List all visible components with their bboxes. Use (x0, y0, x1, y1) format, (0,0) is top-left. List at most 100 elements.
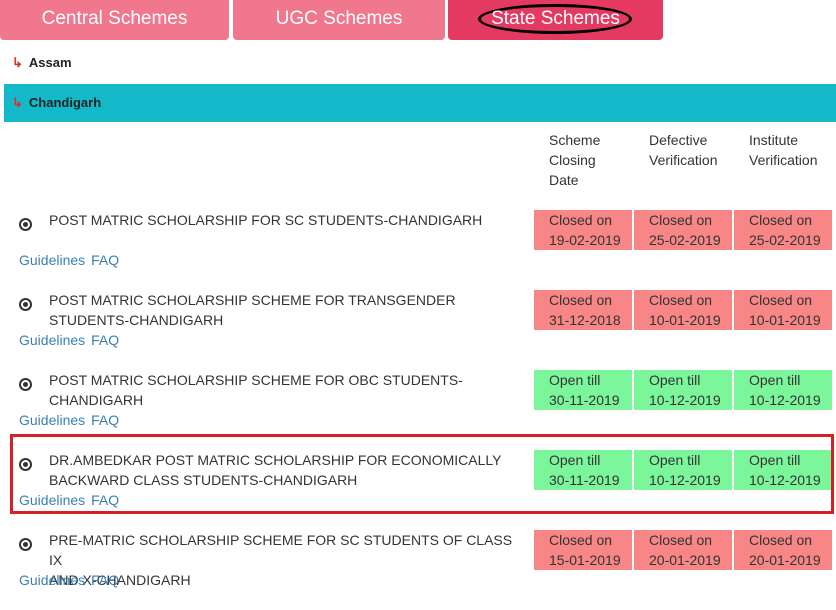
title-line: POST MATRIC SCHOLARSHIP SCHEME FOR OBC S… (49, 372, 463, 388)
status-cell: Closed on 25-02-2019 (634, 210, 732, 250)
guidelines-link[interactable]: Guidelines (19, 492, 85, 508)
expand-arrow-icon: ↳ (12, 55, 23, 70)
status-text: Closed on (749, 212, 813, 228)
state-name: Chandigarh (28, 95, 102, 110)
status-text: Open till (649, 372, 701, 388)
scheme-links: Guidelines FAQ (19, 570, 125, 590)
tab-label: Central Schemes (41, 8, 188, 29)
tab-label: UGC Schemes (275, 8, 403, 29)
tab-central-schemes[interactable]: Central Schemes (0, 0, 229, 40)
status-text: Open till (749, 452, 801, 468)
faq-link[interactable]: FAQ (91, 412, 119, 428)
title-line: PRE-MATRIC SCHOLARSHIP SCHEME FOR SC STU… (49, 532, 513, 568)
status-text: Closed on (749, 532, 813, 548)
status-cell: Closed on 19-02-2019 (534, 210, 632, 250)
status-date: 10-01-2019 (649, 312, 721, 328)
state-row-chandigarh[interactable]: ↳ Chandigarh (4, 84, 836, 122)
status-date: 30-11-2019 (549, 472, 620, 488)
scheme-row: POST MATRIC SCHOLARSHIP FOR SC STUDENTS-… (0, 210, 836, 290)
scheme-row: POST MATRIC SCHOLARSHIP SCHEME FOR TRANS… (0, 290, 836, 370)
header-line: Verification (749, 152, 818, 168)
status-date: 19-02-2019 (549, 232, 621, 248)
scheme-title: POST MATRIC SCHOLARSHIP FOR SC STUDENTS-… (49, 210, 524, 230)
radio-icon[interactable] (19, 458, 32, 471)
radio-icon[interactable] (19, 218, 32, 231)
status-text: Closed on (649, 532, 713, 548)
title-line: BACKWARD CLASS STUDENTS-CHANDIGARH (49, 472, 358, 488)
status-text: Closed on (649, 212, 713, 228)
status-cell: Closed on 10-01-2019 (734, 290, 832, 330)
status-cell: Open till 30-11-2019 (534, 450, 632, 490)
status-date: 10-12-2019 (649, 472, 721, 488)
faq-link[interactable]: FAQ (91, 332, 119, 348)
status-cell: Closed on 20-01-2019 (634, 530, 732, 570)
status-text: Open till (549, 452, 601, 468)
tab-label: State Schemes (491, 8, 620, 29)
title-line: STUDENTS-CHANDIGARH (49, 312, 224, 328)
status-cell: Closed on 20-01-2019 (734, 530, 832, 570)
status-text: Open till (549, 372, 601, 388)
status-date: 31-12-2018 (549, 312, 621, 328)
status-cell: Closed on 31-12-2018 (534, 290, 632, 330)
status-cell: Open till 10-12-2019 (734, 370, 832, 410)
status-text: Open till (749, 372, 801, 388)
status-text: Closed on (549, 212, 613, 228)
scheme-row: PRE-MATRIC SCHOLARSHIP SCHEME FOR SC STU… (0, 530, 836, 610)
guidelines-link[interactable]: Guidelines (19, 332, 85, 348)
status-date: 10-12-2019 (749, 472, 821, 488)
tab-ugc-schemes[interactable]: UGC Schemes (233, 0, 445, 40)
status-text: Closed on (549, 532, 613, 548)
radio-icon[interactable] (19, 378, 32, 391)
status-cell: Closed on 15-01-2019 (534, 530, 632, 570)
state-name: Assam (28, 55, 72, 70)
status-date: 20-01-2019 (649, 552, 721, 568)
status-date: 25-02-2019 (749, 232, 821, 248)
status-cell: Open till 30-11-2019 (534, 370, 632, 410)
status-cell: Open till 10-12-2019 (734, 450, 832, 490)
faq-link[interactable]: FAQ (91, 492, 119, 508)
scheme-title: DR.AMBEDKAR POST MATRIC SCHOLARSHIP FOR … (49, 450, 524, 490)
guidelines-link[interactable]: Guidelines (19, 412, 85, 428)
faq-link[interactable]: FAQ (91, 252, 119, 268)
header-line: Defective (649, 132, 708, 148)
status-cell: Closed on 25-02-2019 (734, 210, 832, 250)
title-line: POST MATRIC SCHOLARSHIP SCHEME FOR TRANS… (49, 292, 456, 308)
status-cell: Open till 10-12-2019 (634, 450, 732, 490)
status-text: Open till (649, 452, 701, 468)
status-cell: Open till 10-12-2019 (634, 370, 732, 410)
scheme-title: POST MATRIC SCHOLARSHIP SCHEME FOR TRANS… (49, 290, 524, 330)
column-header-institute-verification: Institute Verification (749, 130, 817, 170)
status-date: 15-01-2019 (549, 552, 621, 568)
state-row-assam[interactable]: ↳ Assam (4, 44, 836, 82)
guidelines-link[interactable]: Guidelines (19, 252, 85, 268)
title-line: POST MATRIC SCHOLARSHIP FOR SC STUDENTS-… (49, 212, 483, 228)
column-header-defective-verification: Defective Verification (649, 130, 717, 170)
scheme-links: Guidelines FAQ (19, 330, 125, 350)
scheme-links: Guidelines FAQ (19, 250, 125, 270)
header-line: Verification (649, 152, 718, 168)
scheme-links: Guidelines FAQ (19, 410, 125, 430)
faq-link[interactable]: FAQ (91, 572, 119, 588)
status-text: Closed on (649, 292, 713, 308)
scheme-row: DR.AMBEDKAR POST MATRIC SCHOLARSHIP FOR … (0, 450, 836, 530)
radio-icon[interactable] (19, 298, 32, 311)
status-text: Closed on (549, 292, 613, 308)
scheme-row: POST MATRIC SCHOLARSHIP SCHEME FOR OBC S… (0, 370, 836, 450)
status-date: 25-02-2019 (649, 232, 721, 248)
scheme-tabs: Central Schemes UGC Schemes State Scheme… (0, 0, 836, 40)
title-line: DR.AMBEDKAR POST MATRIC SCHOLARSHIP FOR … (49, 452, 502, 468)
status-date: 10-01-2019 (749, 312, 821, 328)
expand-arrow-icon: ↳ (12, 95, 23, 110)
tab-state-schemes[interactable]: State Schemes (448, 0, 663, 40)
radio-icon[interactable] (19, 538, 32, 551)
status-date: 20-01-2019 (749, 552, 821, 568)
column-header-scheme-closing-date: Scheme Closing Date (549, 130, 600, 190)
scheme-links: Guidelines FAQ (19, 490, 125, 510)
status-date: 30-11-2019 (549, 392, 620, 408)
header-line: Closing (549, 152, 596, 168)
header-line: Date (549, 172, 579, 188)
title-line: CHANDIGARH (49, 392, 144, 408)
status-date: 10-12-2019 (749, 392, 821, 408)
status-cell: Closed on 10-01-2019 (634, 290, 732, 330)
guidelines-link[interactable]: Guidelines (19, 572, 85, 588)
